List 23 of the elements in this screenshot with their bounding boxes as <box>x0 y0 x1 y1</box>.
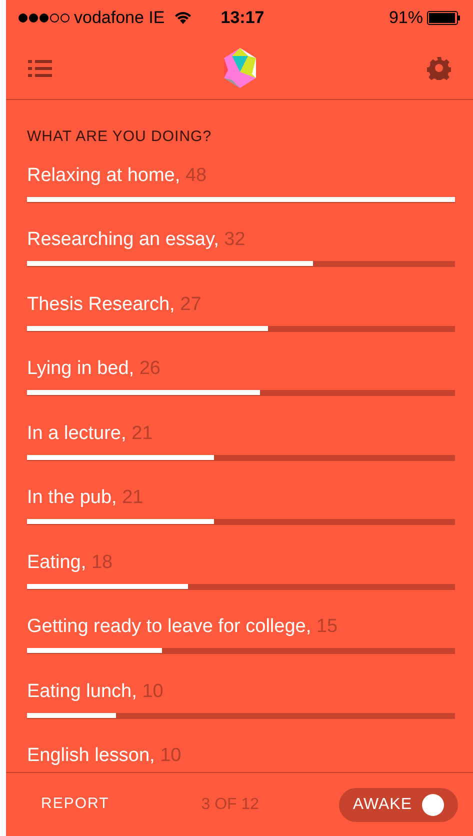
menu-icon[interactable] <box>28 58 52 78</box>
activity-option[interactable]: Relaxing at home, 48 <box>27 162 452 188</box>
battery-percent: 91% <box>388 7 423 30</box>
activity-option[interactable]: Eating, 18 <box>27 550 452 576</box>
wifi-icon <box>174 12 191 24</box>
awake-toggle[interactable]: AWAKE <box>338 788 458 822</box>
carrier-name: vodafone IE <box>74 7 165 30</box>
icosahedron-logo <box>222 48 258 88</box>
activity-option[interactable]: Thesis Research, 27 <box>27 292 452 318</box>
clock-time: 13:17 <box>220 7 264 30</box>
activity-option[interactable]: In a lecture, 21 <box>27 420 452 446</box>
activity-option[interactable]: Eating lunch, 10 <box>27 678 452 704</box>
signal-icon <box>18 13 70 23</box>
activity-option[interactable]: Researching an essay, 32 <box>27 227 452 253</box>
activity-option[interactable]: Lying in bed, 26 <box>27 356 452 382</box>
page-indicator: 3 OF 12 <box>201 794 260 814</box>
activity-option[interactable]: In the pub, 21 <box>27 485 452 511</box>
section-heading: WHAT ARE YOU DOING? <box>27 127 213 147</box>
activity-option[interactable]: English lesson, 10 <box>27 743 452 769</box>
settings-icon[interactable] <box>427 56 451 80</box>
report-button[interactable]: REPORT <box>41 793 110 816</box>
activity-option[interactable]: Getting ready to leave for college, 15 <box>27 614 452 640</box>
battery-icon <box>427 11 461 25</box>
